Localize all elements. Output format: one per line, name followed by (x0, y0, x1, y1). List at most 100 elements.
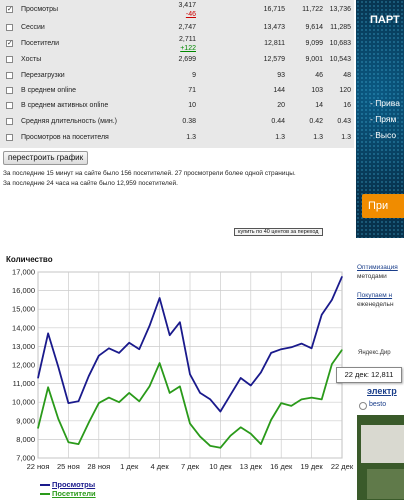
x-tick-label: 4 дек (151, 462, 170, 471)
legend-views-label: Просмотры (52, 480, 96, 489)
data-point (260, 443, 262, 445)
stats-row-checkbox[interactable] (6, 134, 13, 141)
y-tick-label: 8,000 (16, 435, 35, 444)
data-point (199, 392, 201, 394)
data-point (321, 314, 323, 316)
stats-value-today: 3,417 (178, 2, 196, 9)
data-point (219, 410, 221, 413)
x-tick-label: 7 дек (181, 462, 200, 471)
ad-text-methods: методами (357, 273, 387, 280)
stats-delta[interactable]: -46 (150, 11, 196, 18)
data-point (300, 343, 303, 345)
x-tick-label: 16 дек (270, 462, 293, 471)
data-point (250, 384, 252, 387)
y-tick-label: 17,000 (12, 268, 35, 277)
stats-row-checkbox[interactable] (6, 102, 13, 109)
banner-item: - Прива (370, 98, 400, 108)
data-point (47, 332, 49, 334)
stats-row-checkbox[interactable] (6, 24, 13, 31)
chart-tooltip: 22 дек: 12,811 (336, 367, 402, 383)
ad-link-electr[interactable]: электр (367, 386, 397, 396)
stats-row-label: Сессии (21, 24, 45, 31)
stats-value-c4: 48 (343, 72, 351, 79)
x-tick-label: 1 дек (120, 462, 139, 471)
buy-traffic-link[interactable]: купить по 40 центов за переход (234, 228, 323, 236)
data-point (67, 441, 69, 443)
data-point (331, 299, 333, 301)
data-point (229, 435, 232, 437)
stats-row: Хосты 2,699 12,579 9,001 10,543 (0, 52, 354, 68)
stats-value-today: 2,699 (178, 56, 196, 63)
y-tick-label: 12,000 (12, 361, 35, 370)
data-point (311, 396, 313, 399)
data-point (128, 342, 130, 344)
data-point (179, 385, 181, 387)
stats-delta[interactable]: +122 (150, 45, 196, 52)
stats-value-c2: 13,473 (263, 24, 285, 31)
ad-link-optimization[interactable]: Оптимизация (357, 264, 398, 271)
data-point (250, 433, 252, 435)
stats-value-c4: 13,736 (329, 6, 351, 13)
stats-value-c2: 20 (277, 102, 285, 109)
data-point (290, 346, 292, 348)
yandex-direct-label[interactable]: Яндекс.Дир (358, 350, 391, 356)
stats-row-checkbox[interactable] (6, 56, 13, 63)
banner-button[interactable]: При (362, 194, 404, 218)
legend-views[interactable]: Просмотры (40, 480, 95, 489)
data-point (37, 377, 39, 379)
data-point (118, 401, 120, 403)
data-point (179, 321, 181, 323)
stats-row-label: Средняя длительность (мин.) (21, 118, 118, 125)
data-point (331, 363, 333, 365)
stats-value-c2: 0.44 (271, 118, 285, 125)
stats-row-checkbox[interactable] (6, 118, 13, 125)
data-point (260, 371, 262, 374)
data-point (159, 297, 161, 299)
stats-row-label: В среднем активных online (21, 102, 109, 109)
stats-row-checkbox[interactable] (6, 87, 13, 94)
data-point (290, 405, 292, 407)
stats-row-label: Посетители (21, 40, 59, 47)
y-tick-label: 13,000 (12, 342, 35, 351)
legend-visitors[interactable]: Посетители (40, 489, 96, 498)
stats-row: ✓ Посетители 2,711 +122 12,811 9,099 10,683 (0, 36, 354, 52)
data-point (88, 422, 90, 424)
data-point (88, 375, 90, 377)
data-point (98, 355, 100, 357)
stats-value-c4: 10,543 (329, 56, 351, 63)
stats-value-c2: 1.3 (275, 134, 285, 141)
data-point (270, 419, 272, 421)
ad-link-buying[interactable]: Покупаем н (357, 292, 392, 299)
stats-row-checkbox[interactable]: ✓ (6, 6, 13, 13)
banner-item: - Прям (370, 114, 397, 124)
stats-value-c4: 1.3 (341, 134, 351, 141)
stats-row: Просмотров на посетителя 1.3 1.3 1.3 1.3 (0, 130, 354, 146)
stats-value-c4: 10,683 (329, 40, 351, 47)
note-15min: За последние 15 минут на сайте было 156 … (3, 170, 296, 177)
data-point (229, 394, 232, 396)
stats-row: В среднем активных online 10 20 14 16 (0, 98, 354, 114)
stats-value-today: 10 (188, 102, 196, 109)
stats-value-c4: 16 (343, 102, 351, 109)
data-point (189, 373, 191, 375)
stats-value-c4: 120 (339, 87, 351, 94)
data-point (57, 418, 59, 420)
y-tick-label: 9,000 (16, 416, 35, 425)
stats-row-checkbox[interactable]: ✓ (6, 40, 13, 47)
data-point (321, 398, 323, 401)
data-point (138, 348, 140, 350)
stats-value-c2: 144 (273, 87, 285, 94)
stats-row-label: Перезагрузки (21, 72, 65, 79)
data-point (189, 422, 191, 425)
ad-banner[interactable]: ПАРТ - Прива - Прям - Высо При (356, 0, 404, 238)
ad-image[interactable] (357, 415, 404, 500)
redraw-chart-button[interactable]: перестроить график (3, 151, 89, 165)
stats-value-c2: 12,811 (264, 40, 285, 47)
stats-row-checkbox[interactable] (6, 72, 13, 79)
stats-row: Сессии 2,747 13,473 9,614 11,285 (0, 20, 354, 36)
data-point (77, 443, 80, 445)
page: ✓ Просмотры 3,417 -46 16,715 11,722 13,736 Сесс… (0, 0, 404, 500)
data-point (108, 347, 110, 349)
data-point (57, 366, 59, 368)
ad-domain[interactable]: besto (369, 401, 386, 408)
